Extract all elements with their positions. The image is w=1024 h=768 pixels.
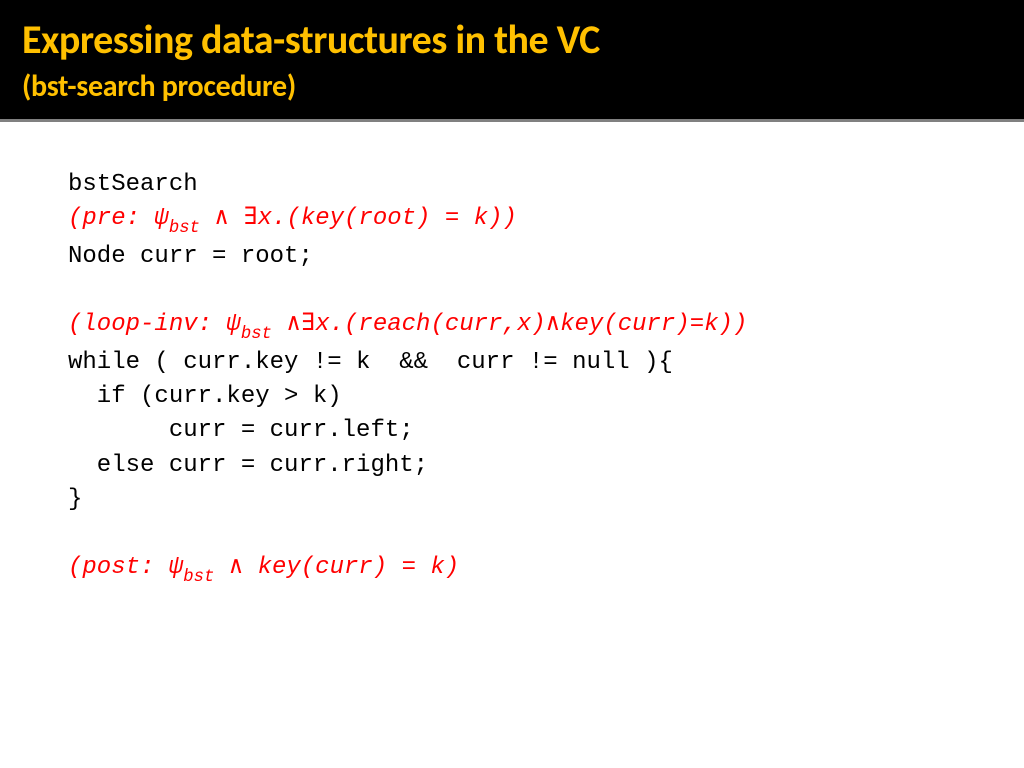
- code-decl: Node curr = root;: [68, 240, 1024, 274]
- code-while: while ( curr.key != k && curr != null ){: [68, 346, 1024, 380]
- code-then: curr = curr.left;: [68, 414, 1024, 448]
- code-close: }: [68, 483, 1024, 517]
- postcondition: (post: ψbst ∧ key(curr) = k): [68, 551, 1024, 589]
- code-else: else curr = curr.right;: [68, 449, 1024, 483]
- slide-header: Expressing data-structures in the VC (bs…: [0, 0, 1024, 122]
- blank-line: [68, 517, 1024, 551]
- precondition: (pre: ψbst ∧ ∃x.(key(root) = k)): [68, 202, 1024, 240]
- loop-invariant: (loop-inv: ψbst ∧∃x.(reach(curr,x)∧key(c…: [68, 308, 1024, 346]
- blank-line: [68, 274, 1024, 308]
- code-name: bstSearch: [68, 168, 1024, 202]
- code-if: if (curr.key > k): [68, 380, 1024, 414]
- slide-title: Expressing data-structures in the VC: [22, 18, 1002, 62]
- slide-subtitle: (bst-search procedure): [22, 68, 1002, 105]
- slide-body: bstSearch (pre: ψbst ∧ ∃x.(key(root) = k…: [0, 122, 1024, 589]
